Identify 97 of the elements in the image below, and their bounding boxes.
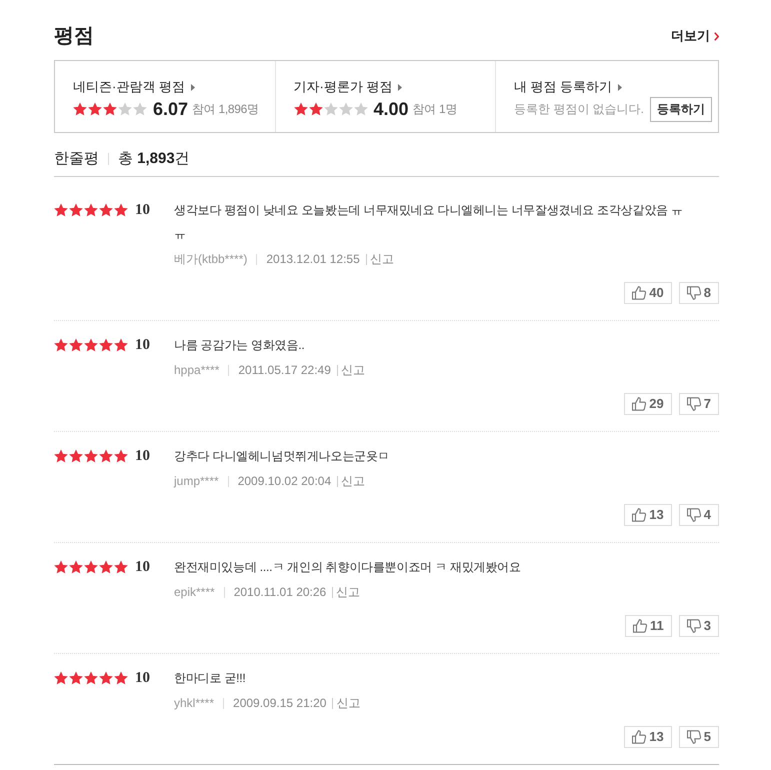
thumbs-down-icon xyxy=(686,730,701,744)
star-icon xyxy=(84,449,98,463)
star-icon xyxy=(133,102,147,116)
thumbs-up-icon xyxy=(633,619,648,633)
rating-category-link[interactable]: 내 평점 등록하기 xyxy=(514,78,622,96)
thumbs-down-icon xyxy=(686,286,701,300)
rating-category-link[interactable]: 기자·평론가 평점 xyxy=(294,78,402,96)
review-text: 나름 공감가는 영화였음.. xyxy=(174,337,306,354)
like-button[interactable]: 11 xyxy=(625,615,672,637)
review-score: 10 xyxy=(135,200,150,220)
star-icon xyxy=(114,560,128,574)
review-score: 10 xyxy=(135,446,150,466)
star-icon xyxy=(84,203,98,217)
more-link[interactable]: 더보기 xyxy=(671,26,719,46)
star-icon xyxy=(324,102,338,116)
like-button[interactable]: 13 xyxy=(624,726,672,748)
star-icon xyxy=(99,560,113,574)
review-author: jump**** xyxy=(174,473,219,490)
star-icon xyxy=(84,560,98,574)
report-link[interactable]: 신고 xyxy=(336,583,360,601)
thumbs-up-icon xyxy=(632,508,646,522)
dislike-button[interactable]: 4 xyxy=(678,504,719,526)
rating-category-link[interactable]: 네티즌·관람객 평점 xyxy=(73,78,195,96)
caret-right-icon xyxy=(618,84,622,90)
star-icon xyxy=(54,671,68,685)
report-link[interactable]: 신고 xyxy=(370,250,394,268)
review-total-count: 총 1,893건 xyxy=(118,148,190,168)
chevron-right-icon xyxy=(714,32,719,40)
like-button[interactable]: 13 xyxy=(624,504,672,526)
star-icon xyxy=(84,671,98,685)
star-icon xyxy=(99,203,113,217)
star-icon xyxy=(99,449,113,463)
star-icon xyxy=(69,338,83,352)
star-icon xyxy=(69,203,83,217)
section-title: 평점 xyxy=(54,24,94,49)
star-icon xyxy=(69,449,83,463)
dislike-button[interactable]: 8 xyxy=(678,282,719,304)
caret-right-icon xyxy=(398,84,402,90)
star-icon xyxy=(84,338,98,352)
thumbs-down-icon xyxy=(686,508,701,522)
star-icon xyxy=(114,671,128,685)
star-icon xyxy=(99,671,113,685)
star-icon xyxy=(88,102,102,116)
dislike-button[interactable]: 3 xyxy=(678,615,719,637)
review-author: epik**** xyxy=(174,584,215,601)
star-icon xyxy=(69,671,83,685)
reviews-title: 한줄평 xyxy=(54,148,99,168)
like-button[interactable]: 29 xyxy=(624,393,672,415)
review-date: 2009.09.15 21:20 xyxy=(233,695,326,712)
review-author: yhkl**** xyxy=(174,695,214,712)
star-icon xyxy=(54,560,68,574)
star-icon xyxy=(114,338,128,352)
review-author: 베가(ktbb****) xyxy=(174,251,248,268)
star-icon xyxy=(54,338,68,352)
star-icon xyxy=(69,560,83,574)
participant-count: 참여 1,896명 xyxy=(192,101,259,118)
thumbs-down-icon xyxy=(686,397,701,411)
empty-rating-message: 등록한 평점이 없습니다. xyxy=(514,101,644,118)
star-icon xyxy=(114,449,128,463)
review-date: 2011.05.17 22:49 xyxy=(238,362,331,379)
dislike-button[interactable]: 5 xyxy=(678,726,719,748)
star-icon xyxy=(354,102,368,116)
review-date: 2009.10.02 20:04 xyxy=(238,473,332,490)
caret-right-icon xyxy=(190,84,195,90)
report-link[interactable]: 신고 xyxy=(340,361,365,379)
review-text: 한마디로 굳!!! xyxy=(174,670,247,687)
star-icon xyxy=(294,102,308,116)
thumbs-down-icon xyxy=(686,619,701,633)
register-button[interactable]: 등록하기 xyxy=(650,96,712,122)
star-icon xyxy=(308,102,322,116)
report-link[interactable]: 신고 xyxy=(336,694,360,712)
star-icon xyxy=(114,203,128,217)
star-icon xyxy=(118,102,132,116)
report-link[interactable]: 신고 xyxy=(341,472,366,490)
star-icon xyxy=(338,102,352,116)
review-date: 2010.11.01 20:26 xyxy=(234,584,326,601)
star-icon xyxy=(54,203,68,217)
review-score: 10 xyxy=(135,558,150,577)
star-icon xyxy=(103,102,117,116)
thumbs-up-icon xyxy=(632,286,646,300)
thumbs-up-icon xyxy=(632,397,646,411)
like-button[interactable]: 40 xyxy=(624,282,672,304)
thumbs-up-icon xyxy=(632,730,646,744)
review-text: 완전재미있능데 ....ㅋ 개인의 취향이다를뿐이죠머 ㅋ 재밌게봤어요 xyxy=(174,559,522,576)
dislike-button[interactable]: 7 xyxy=(678,393,719,415)
review-date: 2013.12.01 12:55 xyxy=(266,251,360,268)
average-score: 4.00 xyxy=(374,98,409,121)
review-text: 생각보다 평점이 낮네요 오늘봤는데 너무재밌네요 다니엘헤니는 너무잘생겼네요 조각상같았음 ㅠㅠ xyxy=(174,202,684,243)
review-score: 10 xyxy=(135,336,150,355)
review-score: 10 xyxy=(135,668,150,688)
review-author: hppa**** xyxy=(174,362,220,379)
participant-count: 참여 1명 xyxy=(412,101,458,118)
review-text: 강추다 다니엘헤니넘멋쮜게나오는군욧ㅁ xyxy=(174,448,391,465)
star-icon xyxy=(54,449,68,463)
star-icon xyxy=(73,102,87,116)
star-icon xyxy=(99,338,113,352)
average-score: 6.07 xyxy=(153,98,188,121)
